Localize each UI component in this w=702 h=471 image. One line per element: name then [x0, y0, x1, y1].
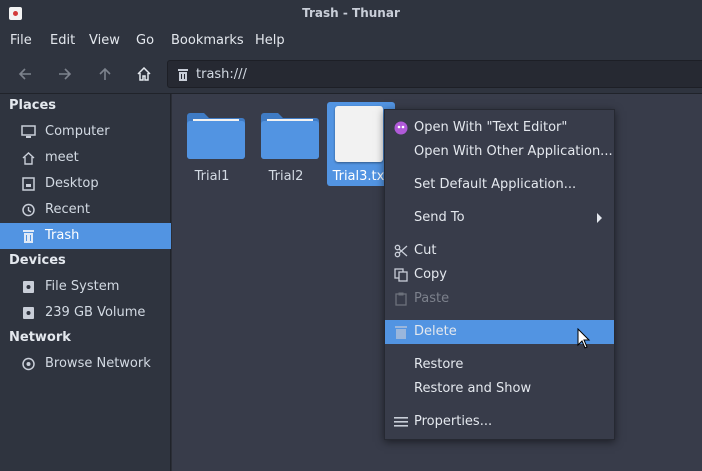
menu-view[interactable]: View: [89, 33, 120, 48]
menu-bar: File Edit View Go Bookmarks Help: [0, 28, 702, 54]
menu-item-label: Cut: [414, 243, 437, 258]
menu-item-label: Set Default Application...: [414, 177, 577, 192]
sidebar-item-label: Trash: [45, 228, 80, 243]
location-path: trash:///: [196, 67, 247, 82]
menu-restore[interactable]: Restore: [385, 353, 614, 377]
arrow-up-icon: [99, 67, 111, 80]
menu-bookmarks[interactable]: Bookmarks: [171, 33, 244, 48]
menu-restore-and-show[interactable]: Restore and Show: [385, 377, 614, 401]
forward-button[interactable]: [53, 63, 77, 85]
title-bar: Trash - Thunar: [0, 0, 702, 28]
text-editor-icon: [394, 121, 408, 135]
trash-icon: [395, 326, 407, 339]
network-icon: [22, 357, 35, 371]
sidebar-item-browse-network[interactable]: Browse Network: [0, 351, 171, 377]
folder-icon: [187, 113, 245, 159]
sidebar-item-meet[interactable]: meet: [0, 145, 171, 171]
mouse-cursor-icon: [577, 328, 591, 349]
toolbar: trash:///: [0, 54, 702, 94]
menu-cut[interactable]: Cut: [385, 239, 614, 263]
folder-icon: [261, 113, 319, 159]
desktop-icon: [22, 177, 35, 191]
menu-item-label: Copy: [414, 267, 447, 282]
menu-item-label: Send To: [414, 210, 465, 225]
menu-item-label: Open With Other Application...: [414, 144, 613, 159]
menu-item-label: Delete: [414, 324, 457, 339]
arrow-right-icon: [59, 68, 72, 80]
menu-item-label: Restore and Show: [414, 381, 532, 396]
menu-item-label: Paste: [414, 291, 450, 306]
computer-icon: [21, 125, 36, 138]
menu-copy[interactable]: Copy: [385, 263, 614, 287]
menu-paste: Paste: [385, 287, 614, 311]
context-menu: Open With "Text Editor" Open With Other …: [384, 109, 615, 440]
file-item-trial2[interactable]: Trial2: [252, 102, 320, 186]
window-title: Trash - Thunar: [302, 6, 400, 20]
sidebar-item-trash[interactable]: Trash: [0, 223, 171, 249]
drive-icon: [23, 307, 34, 319]
home-icon: [22, 152, 35, 165]
file-name: Trial1: [194, 169, 230, 184]
menu-properties[interactable]: Properties...: [385, 410, 614, 434]
arrow-left-icon: [18, 68, 31, 80]
menu-edit[interactable]: Edit: [50, 33, 75, 48]
sidebar-item-label: meet: [45, 150, 79, 165]
clock-icon: [22, 203, 35, 217]
menu-file[interactable]: File: [10, 33, 32, 48]
sidebar: Places Computer meet Desktop Recent Tras…: [0, 94, 171, 471]
sidebar-item-label: Desktop: [45, 176, 99, 191]
sidebar-item-recent[interactable]: Recent: [0, 197, 171, 223]
network-heading: Network: [9, 330, 71, 345]
file-name: Trial2: [268, 169, 304, 184]
sidebar-item-label: Browse Network: [45, 356, 151, 371]
home-button[interactable]: [132, 63, 156, 85]
sidebar-item-label: Recent: [45, 202, 90, 217]
menu-send-to[interactable]: Send To: [385, 206, 614, 230]
menu-set-default-application[interactable]: Set Default Application...: [385, 173, 614, 197]
up-button[interactable]: [93, 63, 117, 85]
menu-go[interactable]: Go: [136, 33, 154, 48]
trash-icon: [23, 230, 34, 243]
trash-icon: [178, 69, 188, 81]
back-button[interactable]: [13, 63, 37, 85]
menu-open-with-text-editor[interactable]: Open With "Text Editor": [385, 116, 614, 140]
menu-item-label: Restore: [414, 357, 464, 372]
sidebar-item-volume[interactable]: 239 GB Volume: [0, 300, 171, 326]
drive-icon: [23, 281, 34, 293]
sidebar-item-label: 239 GB Volume: [45, 305, 146, 320]
file-item-trial1[interactable]: Trial1: [178, 102, 246, 186]
sidebar-item-desktop[interactable]: Desktop: [0, 171, 171, 197]
submenu-arrow-icon: [597, 213, 602, 223]
paste-icon: [395, 292, 407, 306]
sidebar-item-label: File System: [45, 279, 120, 294]
properties-icon: [394, 417, 408, 427]
menu-item-label: Properties...: [414, 414, 493, 429]
home-icon: [137, 67, 151, 81]
places-heading: Places: [9, 98, 57, 113]
scissors-icon: [394, 244, 408, 258]
sidebar-item-file-system[interactable]: File System: [0, 274, 171, 300]
sidebar-item-computer[interactable]: Computer: [0, 119, 171, 145]
devices-heading: Devices: [9, 253, 66, 268]
copy-icon: [394, 268, 408, 282]
text-file-icon: [335, 106, 383, 162]
sidebar-item-label: Computer: [45, 124, 110, 139]
menu-help[interactable]: Help: [255, 33, 285, 48]
menu-item-label: Open With "Text Editor": [414, 120, 568, 135]
menu-open-with-other[interactable]: Open With Other Application...: [385, 140, 614, 164]
location-bar[interactable]: trash:///: [167, 60, 702, 88]
